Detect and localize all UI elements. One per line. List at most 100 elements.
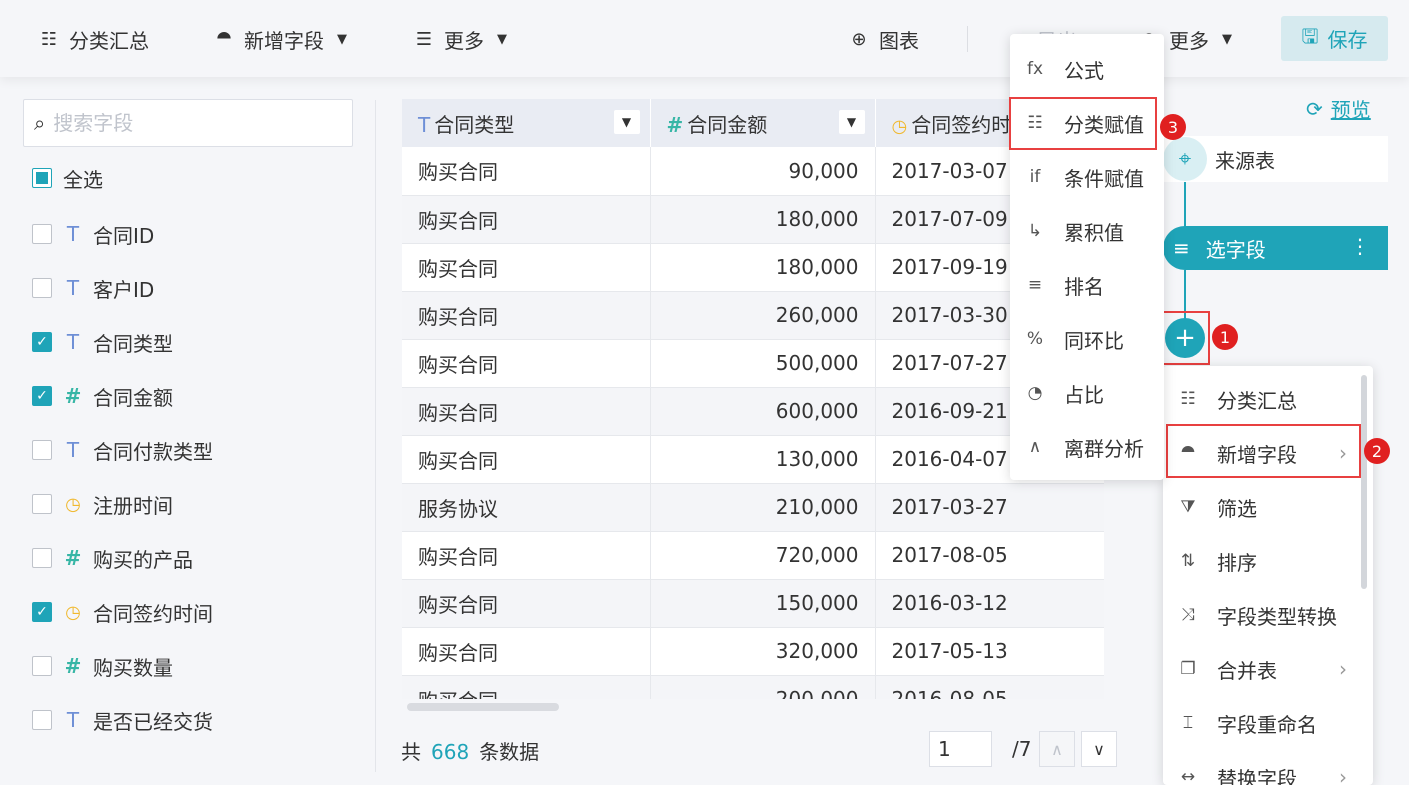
table-cell: 2016-03-12 [875,579,1104,628]
field-item[interactable]: # 购买的产品 [32,543,193,573]
chevron-down-icon: ∨ [1093,739,1105,759]
field-item[interactable]: T 合同付款类型 [32,435,213,465]
field-item[interactable]: T 合同ID [32,219,154,249]
chart-button[interactable]: ⊕ 图表 [848,22,919,56]
menu-item[interactable]: ⇅ 排序 [1163,541,1373,581]
save-icon: 🖫 [1301,23,1319,48]
table-cell: 购买合同 [402,147,651,196]
outlier-icon: ∧ [1028,437,1042,457]
add-field-button[interactable]: ⯊ 新增字段 ▼ [213,22,347,56]
field-item[interactable]: # 购买数量 [32,651,173,681]
checkbox-checked[interactable]: ✓ [32,332,52,352]
menu-item[interactable]: ⤨ 字段类型转换 [1163,595,1373,635]
menu-item[interactable]: ≡ 排名 [1010,265,1164,305]
table-cell: 购买合同 [402,339,651,388]
replace-icon: ↔ [1180,767,1196,785]
text-type-icon: T [66,222,80,246]
checkbox[interactable] [32,168,52,188]
field-item[interactable]: T 是否已经交货 [32,705,213,735]
search-input[interactable] [53,111,314,135]
menu-item[interactable]: ❐ 合并表 › [1163,649,1373,689]
select-fields-node[interactable]: ≡ 选字段 ⋮ [1163,226,1388,270]
table-cell: 180,000 [650,243,876,292]
field-label: 合同ID [93,223,155,248]
preview-link[interactable]: ⟳ 预览 [1306,94,1371,123]
toolbar: ☷ 分类汇总 ⯊ 新增字段 ▼ ☰ 更多 ▼ ⊕ 图表 ⇥ 导出 ○ 更多 ▼ … [0,0,1409,77]
checkbox[interactable] [32,710,52,730]
checkbox[interactable] [32,494,52,514]
menu-item[interactable]: ◔ 占比 [1010,373,1164,413]
step-badge-1: 1 [1212,324,1238,350]
menu-item[interactable]: ⧩ 筛选 [1163,487,1373,527]
highlight-box-category-assign [1009,97,1157,150]
table-cell: 180,000 [650,195,876,244]
field-item[interactable]: ◷ 注册时间 [32,489,173,519]
horizontal-scrollbar[interactable] [407,703,559,711]
table-row: 购买合同200,0002016-08-05 [402,675,1104,699]
field-label: 合同类型 [93,331,173,356]
prev-page-button[interactable]: ∧ [1039,731,1075,767]
menu-item[interactable]: ↳ 累积值 [1010,211,1164,251]
plus-circle-icon: ⊕ [851,28,867,50]
checkbox[interactable] [32,224,52,244]
source-table-node[interactable]: ⌖ 来源表 [1163,136,1388,182]
save-button[interactable]: 🖫 保存 [1281,16,1388,61]
page-input[interactable]: 1 [929,731,992,767]
sort-icon: ⇅ [1180,551,1196,571]
checkbox[interactable] [32,656,52,676]
checkbox[interactable] [32,440,52,460]
menu-item[interactable]: fx 公式 [1010,49,1164,89]
menu-item[interactable]: ⌶ 字段重命名 [1163,703,1373,743]
menu-item-label: 占比 [1064,382,1104,407]
field-search[interactable]: ⌕ [23,99,353,147]
menu-item[interactable]: ∧ 离群分析 [1010,427,1164,467]
next-page-button[interactable]: ∨ [1081,731,1117,767]
ratio-icon: % [1026,329,1044,349]
table-cell: 购买合同 [402,531,651,580]
menu-item-label: 字段类型转换 [1217,604,1337,629]
cumulative-icon: ↳ [1027,221,1043,241]
menu-item-label: 条件赋值 [1064,166,1144,191]
menu-item[interactable]: ↔ 替换字段 › [1163,757,1373,785]
date-type-icon: ◷ [65,493,81,515]
column-dropdown-icon[interactable]: ▼ [613,110,640,134]
group-summary-button[interactable]: ☷ 分类汇总 [38,22,149,56]
menu-scrollbar[interactable] [1361,375,1367,589]
menu-item-label: 字段重命名 [1217,712,1317,737]
table-row: 服务协议 210,000 2017-03-27 [402,483,1104,532]
column-header-contract-type[interactable]: T 合同类型 ▼ [402,99,651,147]
checkbox[interactable] [32,278,52,298]
fx-icon: fx [1026,59,1044,79]
date-type-icon: ◷ [65,601,81,623]
rank-icon: ≡ [1027,275,1043,295]
menu-item[interactable]: if 条件赋值 [1010,157,1164,197]
field-item[interactable]: ✓ # 合同金额 [32,381,173,411]
table-cell: 购买合同 [402,675,651,699]
menu-item-label: 累积值 [1064,220,1124,245]
table-cell: 210,000 [650,483,876,532]
menu-item[interactable]: ☷ 分类汇总 [1163,379,1373,419]
menu-item-label: 同环比 [1064,328,1124,353]
number-type-icon: # [64,546,82,570]
column-header-contract-amount[interactable]: # 合同金额 ▼ [650,99,876,147]
checkbox-checked[interactable]: ✓ [32,386,52,406]
select-all-checkbox[interactable]: 全选 [32,163,103,193]
field-item[interactable]: ✓ ◷ 合同签约时间 [32,597,213,627]
column-dropdown-icon[interactable]: ▼ [838,110,865,134]
caret-down-icon: ▼ [497,31,507,47]
table-cell: 2017-08-05 [875,531,1104,580]
menu-item[interactable]: % 同环比 [1010,319,1164,359]
table-row: 购买合同 130,000 2016-04-07 [402,435,1104,484]
checkbox-checked[interactable]: ✓ [32,602,52,622]
menu-item-label: 筛选 [1217,496,1257,521]
add-field-icon: ⯊ [216,28,232,50]
field-item[interactable]: ✓ T 合同类型 [32,327,173,357]
menu-item-label: 分类汇总 [1217,388,1297,413]
checkbox[interactable] [32,548,52,568]
more-vertical-icon[interactable]: ⋮ [1350,234,1370,258]
menu-item-label: 公式 [1064,58,1104,83]
more-left-button[interactable]: ☰ 更多 ▼ [413,22,507,56]
panel-divider [375,100,376,772]
table-cell: 购买合同 [402,387,651,436]
field-item[interactable]: T 客户ID [32,273,154,303]
